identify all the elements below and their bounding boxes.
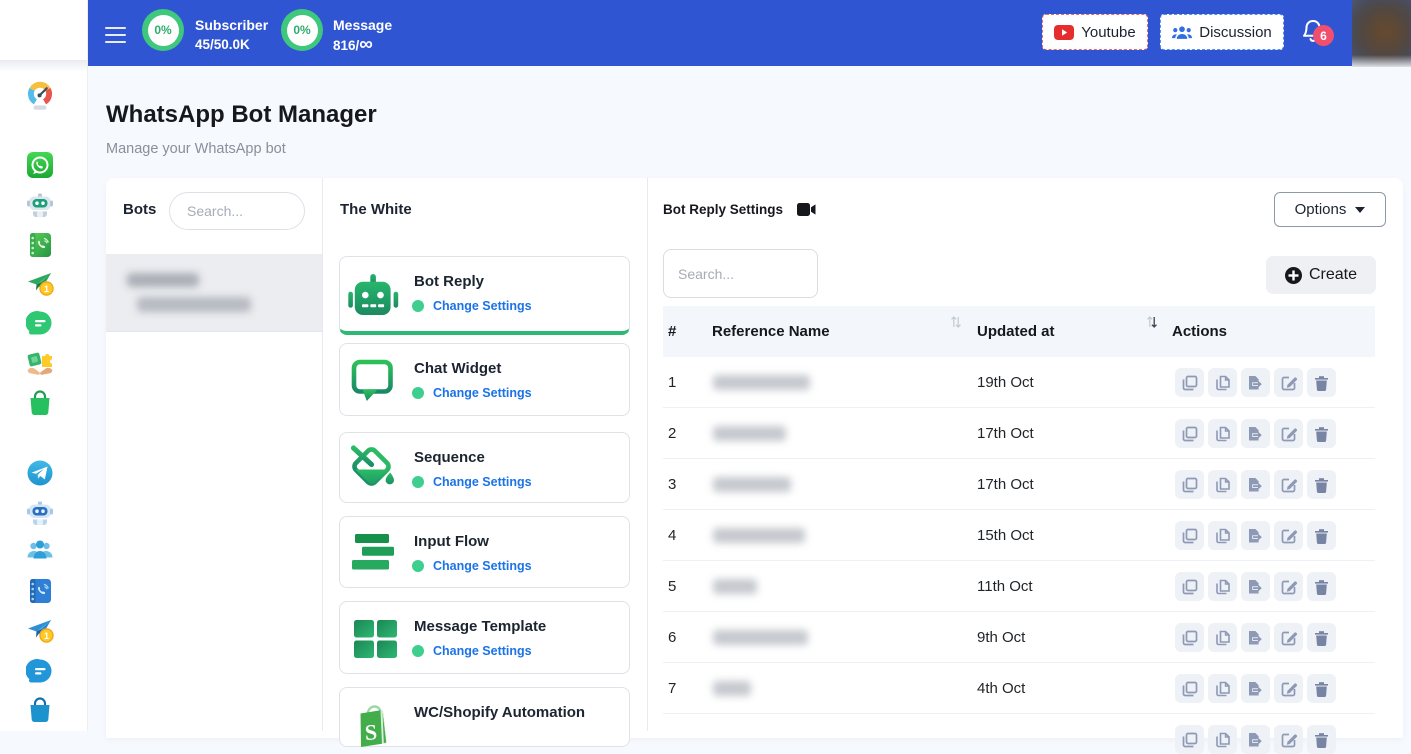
svg-text:1: 1 <box>44 631 49 641</box>
svg-text:S: S <box>364 719 378 745</box>
svg-text:1: 1 <box>44 284 49 294</box>
